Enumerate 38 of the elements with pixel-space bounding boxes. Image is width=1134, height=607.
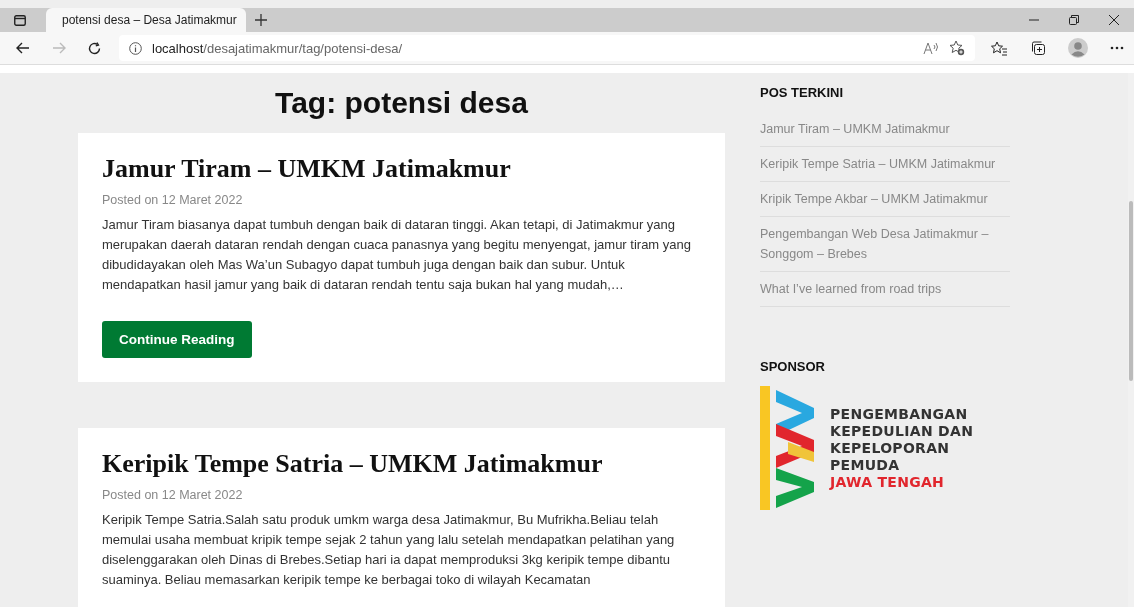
favorites-icon[interactable] [991, 40, 1008, 56]
close-window-icon[interactable] [1109, 15, 1119, 25]
post-date: Posted on 12 Maret 2022 [102, 193, 244, 207]
continue-reading-button[interactable]: Continue Reading [102, 321, 252, 358]
browser-tab[interactable]: potensi desa – Desa Jatimakmur [46, 8, 246, 32]
reload-icon[interactable] [88, 41, 101, 55]
post-excerpt: Jamur Tiram biasanya dapat tumbuh dengan baik di dataran tinggi. Akan tetapi, di Jatimakmur yang merupakan daerah dataran rendah dengan cuaca panasnya yang begitu menyengat, jamur tiram yang dibudidayakan oleh Mas Wa’un Subagyo dapat tumbuh juga dengan baik dan subur. Untuk mendapatkan hasil jamur yang baik di dataran rendah tentu saja bukan hal yang mudah,… [102, 216, 692, 294]
recent-post-link[interactable]: What I’ve learned from road trips [760, 272, 1010, 307]
post-title[interactable]: Jamur Tiram – UMKM Jatimakmur [102, 153, 701, 185]
post-title[interactable]: Keripik Tempe Satria – UMKM Jatimakmur [102, 448, 701, 480]
info-icon[interactable] [129, 41, 142, 55]
recent-post-link[interactable]: Pengembangan Web Desa Jatimakmur – Songgom – Brebes [760, 217, 1010, 272]
more-menu-icon[interactable] [1110, 46, 1124, 50]
scrollbar-thumb[interactable] [1129, 201, 1133, 381]
sponsor-logo-text: KEPEDULIAN DAN [830, 422, 974, 440]
recent-post-link[interactable]: Keripik Tempe Satria – UMKM Jatimakmur [760, 147, 1010, 182]
post-date: Posted on 12 Maret 2022 [102, 488, 244, 502]
restore-icon[interactable] [1069, 15, 1079, 25]
tab-actions-icon[interactable] [14, 14, 26, 26]
address-bar[interactable]: localhost/desajatimakmur/tag/potensi-desa/ [119, 35, 975, 61]
widget-heading: POS TERKINI [760, 85, 845, 100]
read-aloud-icon[interactable] [923, 41, 939, 55]
sponsor-logo-text: PENGEMBANGAN [830, 405, 969, 423]
collections-icon[interactable] [1030, 40, 1046, 56]
page-heading: Tag: potensi desa [274, 85, 529, 121]
new-tab-icon[interactable] [255, 14, 267, 26]
recent-post-link[interactable]: Kripik Tempe Akbar – UMKM Jatimakmur [760, 182, 1010, 217]
url-text: localhost/desajatimakmur/tag/potensi-desa/ [152, 40, 404, 56]
recent-post-link[interactable]: Jamur Tiram – UMKM Jatimakmur [760, 112, 1010, 147]
widget-heading: SPONSOR [760, 359, 826, 374]
sponsor-logo-text: PEMUDA [830, 456, 901, 474]
post-excerpt: Keripik Tempe Satria.Salah satu produk umkm warga desa Jatimakmur, Bu Mufrikha.Beliau telah memulai usaha membuat kripik tempe sejak 2 tahun yang lalu setelah mendapatkan pelatihan yang diselenggarakan oleh Dinas di Brebes.Setiap hari ia dapat memproduksi 3kg keripik tempe dibantu suaminya. Beliau memasarkan keripik tempe ke berbagai toko di wilayah Kecamatan [102, 511, 676, 589]
profile-avatar-icon[interactable] [1068, 38, 1088, 58]
add-favorite-icon[interactable] [949, 40, 965, 56]
back-icon[interactable] [16, 42, 30, 54]
sponsor-logo-text: KEPELOPORAN [830, 439, 951, 457]
sponsor-logo-text: JAWA TENGAH [830, 473, 946, 491]
tab-title: potensi desa – Desa Jatimakmur [62, 13, 237, 27]
